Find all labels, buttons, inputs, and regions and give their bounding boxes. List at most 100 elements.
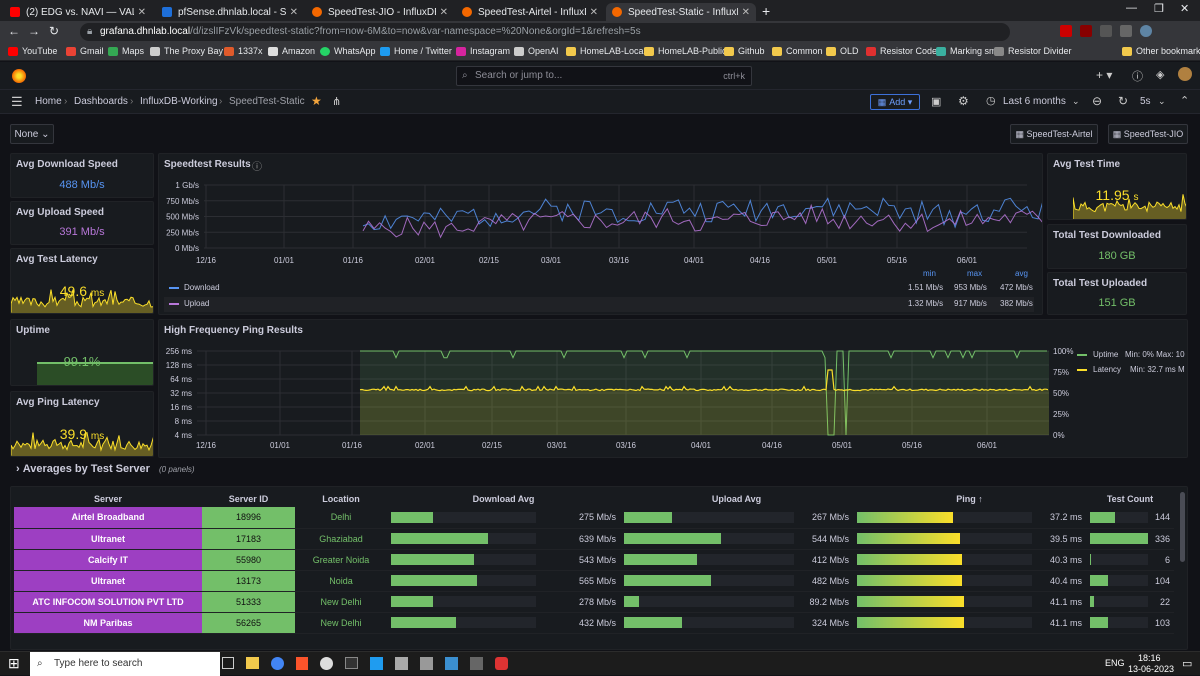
tab-speedtest-jio[interactable]: SpeedTest-JIO - InfluxDB-Working✕	[306, 3, 454, 21]
stat-avg-upload[interactable]: Avg Upload Speed 391 Mb/s	[10, 201, 154, 245]
stat-avg-ping-latency[interactable]: Avg Ping Latency 39.9 ms	[10, 391, 154, 457]
avatar[interactable]	[1178, 67, 1192, 81]
clock-date[interactable]: 13-06-2023	[1128, 664, 1174, 674]
stat-total-uploaded[interactable]: Total Test Uploaded 151 GB	[1047, 272, 1187, 315]
bookmark-item[interactable]: Home / Twitter	[380, 46, 452, 56]
ping-results-panel[interactable]: High Frequency Ping Results 4 ms 8 ms 16 m…	[158, 319, 1188, 458]
star-icon[interactable]: ★	[311, 94, 322, 108]
legend-row-upload[interactable]: Upload 1.32 Mb/s 917 Mb/s 382 Mb/s	[164, 297, 1034, 312]
search-input[interactable]: ⌕ Search or jump to... ctrl+k	[456, 66, 752, 86]
reload-icon[interactable]: ↻	[49, 24, 59, 38]
tab-pfsense[interactable]: pfSense.dhnlab.local - Status: Da✕	[156, 3, 304, 21]
table-row[interactable]: Airtel Broadband 18996 Delhi 275 Mb/s 267 Mb…	[14, 507, 1174, 529]
legend-row-uptime[interactable]: Uptime Min: 0% Max: 10	[1077, 349, 1187, 362]
col-test-count[interactable]: Test Count	[1086, 491, 1174, 507]
table-row[interactable]: Ultranet 13173 Noida 565 Mb/s 482 Mb/s 40.4 m…	[14, 570, 1174, 592]
notification-icon[interactable]: ▭	[1182, 657, 1192, 670]
col-server[interactable]: Server	[14, 491, 202, 507]
bookmark-folder[interactable]: Common	[772, 46, 823, 56]
windows-start-icon[interactable]: ⊞	[8, 655, 20, 672]
col-ping[interactable]: Ping ↑	[853, 491, 1086, 507]
table-scrollbar[interactable]	[1180, 492, 1185, 562]
bookmark-item[interactable]: Maps	[108, 46, 144, 56]
close-icon[interactable]: ✕	[290, 7, 298, 18]
legend-row-latency[interactable]: Latency Min: 32.7 ms M	[1077, 364, 1187, 377]
col-download-avg[interactable]: Download Avg	[387, 491, 620, 507]
bookmark-item[interactable]: WhatsApp	[320, 46, 376, 56]
chevron-down-icon[interactable]: ⌄	[1158, 96, 1166, 107]
col-server-id[interactable]: Server ID	[202, 491, 295, 507]
minimize-button[interactable]: —	[1126, 2, 1137, 14]
menu-icon[interactable]: ☰	[11, 94, 23, 110]
plus-icon[interactable]: + ▾	[1096, 68, 1112, 82]
bookmark-item[interactable]: The Proxy Bay	[150, 46, 223, 56]
close-icon[interactable]: ✕	[590, 7, 598, 18]
close-icon[interactable]: ✕	[742, 7, 750, 18]
col-location[interactable]: Location	[295, 491, 387, 507]
legend-row-download[interactable]: Download 1.51 Mb/s 953 Mb/s 472 Mb/s	[164, 281, 1034, 296]
close-icon[interactable]: ✕	[138, 7, 146, 18]
collapse-icon[interactable]: ⌃	[1180, 94, 1189, 107]
extension-icons[interactable]	[1060, 25, 1152, 37]
col-upload-avg[interactable]: Upload Avg	[620, 491, 853, 507]
bookmark-folder[interactable]: Github	[724, 46, 765, 56]
breadcrumb-folder[interactable]: InfluxDB-Working	[140, 96, 218, 107]
tab-valorant[interactable]: (2) EDG vs. NAVI — VALORANT✕	[4, 3, 152, 21]
bookmark-folder[interactable]: HomeLAB-Local	[566, 46, 646, 56]
info-icon[interactable]: ⓘ	[252, 158, 262, 173]
bookmark-item[interactable]: Instagram	[456, 46, 510, 56]
close-window-button[interactable]: ✕	[1180, 2, 1189, 15]
other-bookmarks[interactable]: Other bookmarks	[1122, 46, 1200, 56]
link-speedtest-airtel[interactable]: ▦ SpeedTest-Airtel	[1010, 124, 1098, 144]
add-button[interactable]: ▦ Add ▾	[870, 94, 920, 110]
table-row[interactable]: Ultranet 17183 Ghaziabad 639 Mb/s 544 Mb/s 39…	[14, 528, 1174, 550]
table-row[interactable]: Calcify IT 55980 Greater Noida 543 Mb/s 412 …	[14, 549, 1174, 571]
bookmark-item[interactable]: 1337x	[224, 46, 263, 56]
bookmark-folder[interactable]: OLD	[826, 46, 859, 56]
stat-avg-test-latency[interactable]: Avg Test Latency 49.6 ms	[10, 248, 154, 314]
taskbar-search-input[interactable]: ⌕ Type here to search	[30, 652, 220, 676]
language-indicator[interactable]: ENG	[1105, 658, 1125, 668]
help-icon[interactable]: ⓘ	[1132, 68, 1143, 84]
bookmark-item[interactable]: OpenAI	[514, 46, 559, 56]
new-tab-button[interactable]: +	[762, 3, 770, 19]
link-speedtest-jio[interactable]: ▦ SpeedTest-JIO	[1108, 124, 1188, 144]
refresh-icon[interactable]: ↻	[1118, 94, 1128, 108]
stat-total-downloaded[interactable]: Total Test Downloaded 180 GB	[1047, 224, 1187, 269]
row-averages-by-test-server[interactable]: › Averages by Test Server (0 panels)	[16, 463, 195, 475]
bookmark-item[interactable]: Resistor Code	[866, 46, 937, 56]
chevron-down-icon[interactable]: ⌄	[1072, 96, 1080, 107]
grafana-logo-icon[interactable]	[12, 69, 26, 83]
time-range-picker[interactable]: Last 6 months	[1003, 96, 1066, 107]
table-row[interactable]: ATC INFOCOM SOLUTION PVT LTD 51333 New Del…	[14, 591, 1174, 613]
settings-icon[interactable]: ⚙	[958, 94, 969, 108]
forward-icon[interactable]: →	[28, 24, 40, 38]
tab-speedtest-static[interactable]: SpeedTest-Static - InfluxDB-Work✕	[606, 3, 756, 21]
stat-avg-download[interactable]: Avg Download Speed 488 Mb/s	[10, 153, 154, 198]
refresh-interval[interactable]: 5s	[1140, 96, 1151, 107]
maximize-button[interactable]: ❐	[1154, 2, 1164, 15]
url-field[interactable]: 🔒︎ grafana.dhnlab.local/d/izslIFzVk/speed…	[80, 23, 1010, 41]
stat-uptime[interactable]: Uptime 99.1%	[10, 319, 154, 386]
bookmark-item[interactable]: Amazon	[268, 46, 315, 56]
zoom-out-icon[interactable]: ⊖	[1092, 94, 1102, 108]
clock-time[interactable]: 18:16	[1138, 653, 1161, 663]
namespace-variable-select[interactable]: None ⌄	[10, 124, 54, 144]
bookmark-item[interactable]: Gmail	[66, 46, 104, 56]
breadcrumb-home[interactable]: Home	[35, 96, 62, 107]
table-row[interactable]: NM Paribas 56265 New Delhi 432 Mb/s 324 Mb/s…	[14, 612, 1174, 634]
breadcrumb-dashboards[interactable]: Dashboards	[74, 96, 128, 107]
news-icon[interactable]: ◈	[1156, 68, 1164, 81]
share-icon[interactable]: ⋔	[332, 95, 341, 108]
save-icon[interactable]: ▣	[931, 95, 941, 108]
taskbar-app-icons[interactable]	[222, 657, 508, 670]
back-icon[interactable]: ←	[8, 24, 20, 38]
close-icon[interactable]: ✕	[440, 7, 448, 18]
speedtest-results-panel[interactable]: Speedtest Results ⓘ 0 Mb/s 250 Mb/s 500 Mb…	[158, 153, 1043, 315]
bookmark-item[interactable]: Marking smd	[936, 46, 1002, 56]
bookmark-folder[interactable]: HomeLAB-Public	[644, 46, 727, 56]
bookmark-item[interactable]: YouTube	[8, 46, 57, 56]
bookmark-item[interactable]: Resistor Divider	[994, 46, 1072, 56]
stat-avg-test-time[interactable]: Avg Test Time 11.95 s	[1047, 153, 1187, 220]
tab-speedtest-airtel[interactable]: SpeedTest-Airtel - InfluxDB-Work✕	[456, 3, 604, 21]
